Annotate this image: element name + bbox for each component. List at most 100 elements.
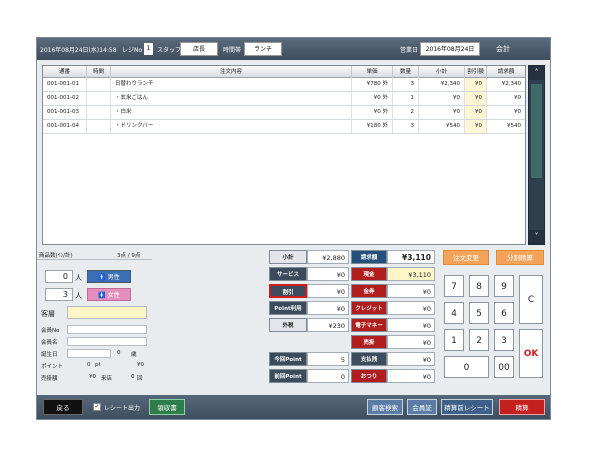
- register-no: 1: [144, 43, 153, 55]
- cash-value[interactable]: ¥3,110: [387, 267, 435, 281]
- male-label: 男性: [107, 274, 120, 281]
- datetime: 2016年08月24日(水)14:58: [40, 47, 117, 54]
- service-button[interactable]: サービス: [269, 267, 307, 281]
- key-6[interactable]: 6: [494, 302, 514, 324]
- receipt-slip-button[interactable]: 領収書: [149, 399, 185, 415]
- cell-discount: ¥0: [465, 92, 487, 105]
- cell-subtotal: ¥0: [419, 92, 465, 105]
- female-button[interactable]: 🚺 女性: [87, 288, 131, 301]
- member-no-field[interactable]: [67, 325, 147, 334]
- billed-value: ¥3,110: [387, 250, 435, 264]
- screen-title: 会計: [496, 45, 510, 53]
- customer-type-label: 客層: [41, 310, 55, 318]
- birthday-label: 誕生日: [41, 352, 58, 358]
- key-1[interactable]: 1: [444, 329, 464, 351]
- emoney-value: ¥0: [387, 318, 435, 332]
- member-card-button[interactable]: 会員証: [407, 399, 437, 415]
- birthday-field[interactable]: [67, 349, 111, 358]
- female-count[interactable]: 3: [45, 288, 73, 301]
- cell-item: ・ドリンクバー: [111, 120, 352, 133]
- key-4[interactable]: 4: [444, 302, 464, 324]
- female-label: 女性: [107, 292, 120, 299]
- key-3[interactable]: 3: [494, 329, 514, 351]
- point-use-value: ¥0: [307, 301, 349, 315]
- ok-button[interactable]: OK: [519, 329, 543, 378]
- cell-no: 001-001-03: [43, 106, 87, 119]
- cell-time: [87, 120, 111, 133]
- key-8[interactable]: 8: [469, 275, 489, 297]
- scroll-thumb[interactable]: [531, 84, 542, 178]
- male-unit: 人: [75, 274, 82, 282]
- settle-button[interactable]: 精算: [499, 399, 545, 415]
- key-2[interactable]: 2: [469, 329, 489, 351]
- birthday-age: 0: [117, 350, 121, 356]
- point-use-button[interactable]: Point利用: [269, 301, 307, 315]
- service-value: ¥0: [307, 267, 349, 281]
- order-table: 通番 時間 注文内容 単価 数量 小計 割引額 請求額 001-001-01 日…: [42, 65, 526, 245]
- subtotal-label: 小計: [269, 250, 307, 264]
- male-count[interactable]: 0: [45, 270, 73, 283]
- tax-label: 外税: [269, 318, 307, 332]
- receipt-label: レシート出力: [104, 405, 141, 412]
- scroll-up-icon[interactable]: ˄: [529, 66, 544, 80]
- point-value: 0: [87, 362, 91, 368]
- sales-value: ¥0: [89, 374, 96, 380]
- key-9[interactable]: 9: [494, 275, 514, 297]
- voucher-value: ¥0: [387, 284, 435, 298]
- this-point-label: 今回Point: [269, 352, 307, 366]
- back-button[interactable]: 戻る: [43, 399, 83, 415]
- receipt-checkbox[interactable]: ✓: [93, 403, 101, 411]
- col-billed: 請求額: [497, 69, 515, 75]
- staff-select[interactable]: 店長: [180, 42, 218, 56]
- key-7[interactable]: 7: [444, 275, 464, 297]
- voucher-button[interactable]: 金券: [351, 284, 387, 298]
- credit-button[interactable]: クレジット: [351, 301, 387, 315]
- cell-discount: ¥0: [465, 106, 487, 119]
- col-price: 単価: [352, 66, 393, 78]
- receivable-button[interactable]: 売掛: [351, 335, 387, 349]
- female-icon: 🚺: [98, 292, 106, 299]
- table-row[interactable]: 001-001-01 日替わりランチ ¥780 外 3 ¥2,340 ¥0 ¥2…: [43, 78, 525, 92]
- subtotal-value: ¥2,880: [307, 250, 349, 264]
- point-label: ポイント: [41, 364, 64, 370]
- discount-button[interactable]: 割引: [269, 284, 307, 298]
- cell-price: ¥0 外: [352, 106, 393, 119]
- staff-label: スタッフ: [157, 47, 182, 54]
- timeslot-select[interactable]: ランチ: [244, 42, 282, 56]
- cell-item: ・玄米ごはん: [111, 92, 352, 105]
- prev-point-value: 0: [307, 369, 349, 383]
- key-00[interactable]: 00: [494, 356, 514, 378]
- member-name-field[interactable]: [67, 337, 147, 346]
- male-button[interactable]: 🚹 男性: [87, 270, 131, 283]
- table-row[interactable]: 001-001-04 ・ドリンクバー ¥180 外 3 ¥540 ¥0 ¥540: [43, 120, 525, 134]
- table-scrollbar[interactable]: ˄ ˅: [528, 65, 545, 245]
- visits-label: 来店: [101, 376, 113, 382]
- point-unit: pt: [95, 362, 101, 368]
- cell-subtotal: ¥2,340: [419, 78, 465, 91]
- pre-receipt-button[interactable]: 精算前レシート: [441, 399, 493, 415]
- key-0[interactable]: 0: [444, 356, 489, 378]
- key-5[interactable]: 5: [469, 302, 489, 324]
- business-date[interactable]: 2016年08月24日: [420, 42, 480, 56]
- col-item: 注文内容: [111, 66, 352, 78]
- cell-subtotal: ¥540: [419, 120, 465, 133]
- items-count-label: 商品数(ｲﾝ/計): [39, 253, 73, 259]
- visits-unit: 回: [137, 376, 143, 382]
- clear-button[interactable]: C: [519, 275, 543, 324]
- scroll-down-icon[interactable]: ˅: [529, 230, 544, 244]
- table-row[interactable]: 001-001-02 ・玄米ごはん ¥0 外 1 ¥0 ¥0 ¥0: [43, 92, 525, 106]
- member-name-label: 会員名: [41, 340, 58, 346]
- emoney-button[interactable]: 電子マネー: [351, 318, 387, 332]
- split-pay-button[interactable]: 分割精算: [496, 250, 544, 265]
- cell-no: 001-001-04: [43, 120, 87, 133]
- order-change-button[interactable]: 注文変更: [443, 250, 489, 265]
- receivable-value: ¥0: [387, 335, 435, 349]
- customer-type-field[interactable]: [67, 306, 147, 319]
- discount-value: ¥0: [307, 284, 349, 298]
- paid-total-value: ¥0: [387, 352, 435, 366]
- tax-value: ¥230: [307, 318, 349, 332]
- cell-discount: ¥0: [465, 78, 487, 91]
- customer-search-button[interactable]: 顧客検索: [367, 399, 403, 415]
- table-row[interactable]: 001-001-03 ・白米 ¥0 外 2 ¥0 ¥0 ¥0: [43, 106, 525, 120]
- cash-button[interactable]: 現金: [351, 267, 387, 281]
